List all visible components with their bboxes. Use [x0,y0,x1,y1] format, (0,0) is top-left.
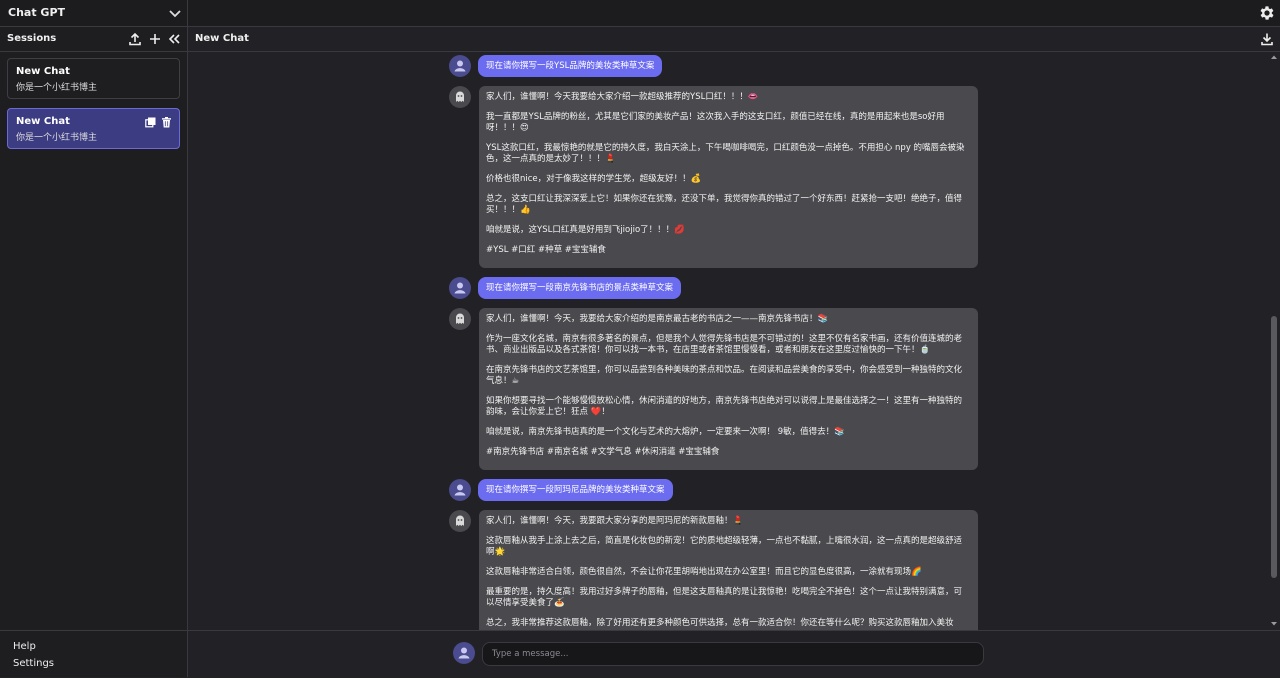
chat-session-title: New Chat [16,66,70,77]
copy-icon[interactable] [145,117,156,128]
divider [187,0,188,26]
bot-paragraph: 咱就是说，南京先锋书店真的是一个文化与艺术的大熔炉，一定要来一次啊！ 9敏，值得… [486,427,845,437]
bot-paragraph: 家人们，谁懂啊！今天我要给大家介绍一款超级推荐的YSL口红！！！👄 [486,92,759,102]
message-input[interactable] [482,642,984,666]
sessions-title: Sessions [7,33,57,44]
double-chevron-left-icon[interactable] [167,32,181,46]
bot-paragraph: #YSL #口红 #种草 #宝宝辅食 [486,245,606,255]
user-icon [454,484,466,496]
chevron-down-icon[interactable] [167,5,183,21]
user-icon [458,647,470,659]
bot-paragraph: 总之，这支口红让我深深爱上它！如果你还在犹豫，还没下单，我觉得你真的错过了一个好… [486,194,963,215]
bot-paragraph: 咱就是说，这YSL口红真是好用到飞jiojio了！！！💋 [486,225,685,235]
scroll-up-icon[interactable] [1270,54,1278,60]
download-icon[interactable] [1260,32,1274,46]
bot-avatar [449,510,471,532]
chat-main: New Chat 现在请你撰写一段YSL品牌的美妆类种草文案 家人们，谁懂啊！今… [188,27,1280,677]
ghost-icon [456,313,464,324]
bot-paragraph: 这款唇釉非常适合白领，颜色很自然，不会让你花里胡哨地出现在办公室里！而且它的显色… [486,567,922,577]
bot-message: 家人们，谁懂啊！今天，我要给大家介绍的是南京最古老的书店之一——南京先锋书店！📚… [479,308,978,470]
bot-paragraph: 价格也很nice，对于像我这样的学生党，超级友好！！💰 [486,174,702,184]
bot-paragraph: 在南京先锋书店的文艺茶馆里，你可以品尝到各种美味的茶点和饮品。在阅读和品尝美食的… [486,365,963,386]
bot-paragraph: 总之，我非常推荐这款唇釉，除了好用还有更多种颜色可供选择，总有一款适合你！你还在… [486,618,954,628]
trash-icon[interactable] [161,117,172,128]
gear-icon[interactable] [1258,4,1276,22]
bot-paragraph: 最重要的是，持久度高！我用过好多牌子的唇釉，但是这支唇釉真的是让我惊艳！吃喝完全… [486,587,963,608]
bot-paragraph: 如果你想要寻找一个能够慢慢放松心情，休闲消遣的好地方，南京先锋书店绝对可以说得上… [486,396,963,417]
composer [188,630,1280,678]
user-avatar [449,277,471,299]
title-bar: Chat GPT [0,0,1280,27]
bot-message: 家人们，谁懂啊！今天我要给大家介绍一款超级推荐的YSL口红！！！👄 我一直都是Y… [479,86,978,268]
user-message: 现在请你撰写一段阿玛尼品牌的美妆类种草文案 [478,479,673,501]
user-avatar [449,55,471,77]
bot-paragraph: 家人们，谁懂啊！今天，我要给大家介绍的是南京最古老的书店之一——南京先锋书店！📚 [486,314,829,324]
user-icon [454,282,466,294]
user-avatar [453,642,475,664]
chat-session-item[interactable]: New Chat 你是一个小红书博主 [7,58,180,99]
sidebar: Sessions New Chat 你是一个小红书博主 New Chat 你是一… [0,27,188,677]
sessions-header: Sessions [0,27,187,52]
message-list[interactable]: 现在请你撰写一段YSL品牌的美妆类种草文案 家人们，谁懂啊！今天我要给大家介绍一… [188,52,1280,630]
chat-session-title: New Chat [16,116,70,127]
bot-paragraph: 作为一座文化名城，南京有很多著名的景点，但是我个人觉得先锋书店是不可错过的！这里… [486,334,963,355]
user-message: 现在请你撰写一段YSL品牌的美妆类种草文案 [478,55,663,77]
ghost-icon [456,91,464,102]
settings-link[interactable]: Settings [13,658,54,669]
bot-paragraph: #南京先锋书店 #南京名城 #文学气息 #休闲消遣 #宝宝辅食 [486,447,720,457]
chat-session-subtitle: 你是一个小红书博主 [16,133,98,143]
user-message: 现在请你撰写一段南京先锋书店的景点类种草文案 [478,277,682,299]
sidebar-footer: Help Settings [0,630,187,678]
user-avatar [449,479,471,501]
bot-paragraph: YSL这款口红，我最惊艳的就是它的持久度，我白天涂上，下午喝咖啡喝完，口红颜色没… [486,143,965,164]
plus-icon[interactable] [148,32,162,46]
help-link[interactable]: Help [13,641,36,652]
bot-message: 家人们，谁懂啊！今天，我要跟大家分享的是阿玛尼的新款唇釉！💄 这款唇釉从我手上涂… [479,510,978,630]
bot-avatar [449,308,471,330]
ghost-icon [456,515,464,526]
user-icon [454,60,466,72]
scroll-down-icon[interactable] [1270,621,1278,627]
chat-title: New Chat [195,33,249,44]
bot-paragraph: 这款唇釉从我手上涂上去之后，简直是化妆包的新宠！它的质地超级轻薄，一点也不黏腻，… [486,536,963,557]
bot-paragraph: 我一直都是YSL品牌的粉丝，尤其是它们家的美妆产品！这次我入手的这支口红，颜值已… [486,112,945,133]
bot-avatar [449,86,471,108]
app-title: Chat GPT [8,6,66,19]
chat-session-subtitle: 你是一个小红书博主 [16,83,98,93]
chat-session-item-active[interactable]: New Chat 你是一个小红书博主 [7,108,180,149]
upload-icon[interactable] [128,32,142,46]
chat-header: New Chat [188,27,1280,52]
bot-paragraph: 家人们，谁懂啊！今天，我要跟大家分享的是阿玛尼的新款唇釉！💄 [486,516,744,526]
scrollbar-thumb[interactable] [1271,316,1277,578]
